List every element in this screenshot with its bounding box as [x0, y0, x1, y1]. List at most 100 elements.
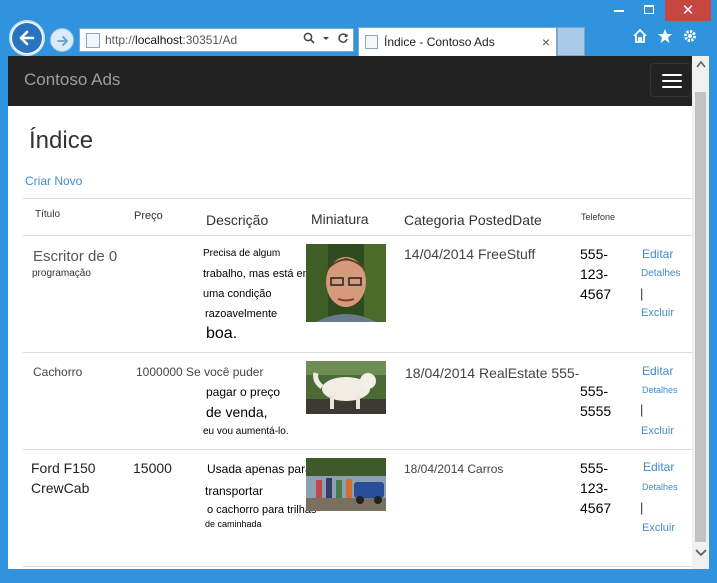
search-icon[interactable] [303, 32, 315, 47]
close-window-button[interactable]: ✕ [665, 0, 711, 21]
row1-phone-line: 123- [580, 266, 609, 282]
row3-details-link[interactable]: Detalhes [642, 482, 678, 492]
header-title: Título [35, 209, 61, 220]
row1-phone: 555- 123- 4567 [580, 244, 611, 304]
forward-button[interactable] [50, 28, 74, 52]
tab-title-part2: Contoso Ads [426, 35, 495, 49]
row3-edit-link[interactable]: Editar [643, 460, 674, 474]
row3-description: Usada apenas para transportar o cachorro… [205, 458, 316, 530]
maximize-icon [644, 5, 654, 14]
row3-phone-line: 4567 [580, 500, 612, 516]
header-description: Descrição [206, 212, 269, 228]
scroll-up-arrow-icon[interactable] [692, 60, 709, 72]
back-button[interactable] [9, 20, 45, 56]
row3-title: Ford F150 CrewCab [31, 458, 96, 498]
row1-desc-line: Precisa de algum [203, 248, 281, 259]
browser-window: ✕ http://localhost:30351/Ad Índice - Con… [0, 0, 717, 583]
row3-phone-line: 123- [580, 480, 609, 496]
row3-phone: 555- 123- 4567 [580, 458, 611, 518]
page-icon [86, 32, 100, 48]
vertical-scrollbar[interactable] [692, 56, 709, 569]
row2-description: pagar o preço de venda, eu vou aumentá-l… [203, 382, 289, 442]
row1-desc-line: boa. [206, 325, 238, 342]
row-divider [23, 352, 692, 353]
row3-separator: | [640, 500, 644, 515]
toolbar-icons [632, 28, 698, 46]
row2-phone-line: 5555 [580, 403, 612, 419]
row2-phone: 555- 5555 [580, 381, 611, 421]
page-viewport: Contoso Ads Índice Criar Novo Título Pre… [8, 56, 709, 569]
header-price: Preço [134, 210, 163, 222]
row3-thumbnail-image[interactable] [306, 458, 386, 511]
hamburger-line [662, 80, 682, 82]
new-tab-button[interactable] [557, 27, 585, 56]
row2-date-category: 18/04/2014 RealEstate 555- [405, 365, 580, 381]
row2-details-link[interactable]: Detalhes [642, 385, 678, 395]
page-title: Índice [29, 127, 94, 154]
url-host: localhost [135, 33, 183, 47]
row-divider [23, 566, 692, 567]
row1-details-link[interactable]: Detalhes [641, 268, 680, 279]
row3-phone-line: 555- [580, 460, 609, 476]
row1-date-category: 14/04/2014 FreeStuff [404, 246, 536, 262]
minimize-button[interactable] [606, 0, 633, 21]
row1-description: Precisa de algum trabalho, mas está em u… [203, 244, 312, 344]
row3-title-line: Ford F150 [31, 460, 96, 476]
row2-separator: | [640, 402, 644, 417]
row2-edit-link[interactable]: Editar [642, 364, 673, 378]
row3-desc-line: transportar [205, 484, 264, 498]
address-bar[interactable]: http://localhost:30351/Ad [79, 28, 354, 52]
row1-delete-link[interactable]: Excluir [641, 307, 674, 319]
row1-desc-line: trabalho, mas está em [203, 268, 312, 280]
refresh-icon[interactable] [337, 32, 349, 47]
row2-price-description: 1000000 Se você puder [136, 365, 264, 379]
row1-phone-line: 4567 [580, 286, 612, 302]
home-icon[interactable] [632, 28, 648, 46]
row1-title-line1: Escritor de 0 [33, 248, 118, 265]
gear-icon[interactable] [682, 28, 698, 46]
hamburger-line [662, 74, 682, 76]
row2-desc-line: pagar o preço [206, 385, 281, 399]
url-path: :30351/Ad [182, 33, 238, 47]
row3-desc-line: Usada apenas para [207, 462, 312, 476]
row3-date-category: 18/04/2014 Carros [404, 462, 504, 476]
hamburger-line [662, 86, 682, 88]
row1-thumbnail-image[interactable] [306, 244, 386, 322]
tab-title: Índice - Contoso Ads [384, 35, 495, 49]
address-url[interactable]: http://localhost:30351/Ad [105, 33, 237, 47]
row3-desc-line: de caminhada [205, 519, 262, 529]
brand-link[interactable]: Contoso Ads [24, 70, 120, 90]
row2-thumbnail-image[interactable] [306, 361, 386, 414]
row2-title: Cachorro [33, 365, 83, 379]
row2-phone-line: 555- [580, 383, 609, 399]
row2-delete-link[interactable]: Excluir [641, 425, 674, 437]
back-arrow-icon [19, 30, 35, 46]
row1-desc-line: uma condição [203, 288, 272, 300]
navbar-toggle-button[interactable] [650, 63, 692, 97]
create-new-link[interactable]: Criar Novo [25, 174, 82, 188]
row2-desc-line: eu vou aumentá-lo. [203, 426, 289, 437]
scroll-down-arrow-icon[interactable] [692, 546, 709, 560]
header-thumbnail: Miniatura [311, 211, 369, 227]
tab-close-icon[interactable]: × [542, 34, 550, 50]
row1-edit-link[interactable]: Editar [642, 247, 673, 261]
favorites-star-icon[interactable] [657, 28, 673, 46]
scrollbar-thumb[interactable] [695, 92, 706, 542]
tab-title-part1: Índice - [384, 35, 427, 49]
header-phone: Telefone [581, 212, 616, 222]
row-divider [23, 449, 692, 450]
tab-contoso-ads[interactable]: Índice - Contoso Ads × [358, 27, 557, 56]
dropdown-arrow-icon[interactable] [322, 32, 330, 47]
row2-desc-line: de venda, [206, 404, 268, 420]
row1-desc-line: razoavelmente [205, 308, 278, 320]
header-category-label: Categoria [404, 212, 465, 228]
row-divider [23, 235, 692, 236]
row3-delete-link[interactable]: Excluir [642, 522, 675, 534]
site-navbar: Contoso Ads [8, 56, 692, 106]
maximize-button[interactable] [635, 0, 663, 21]
row1-title-line2: programação [32, 268, 91, 279]
header-posted-date: PostedDate [468, 212, 542, 228]
row3-desc-line: o cachorro para trilhas [207, 504, 317, 516]
minimize-icon [614, 10, 624, 12]
row1-phone-line: 555- [580, 246, 609, 262]
